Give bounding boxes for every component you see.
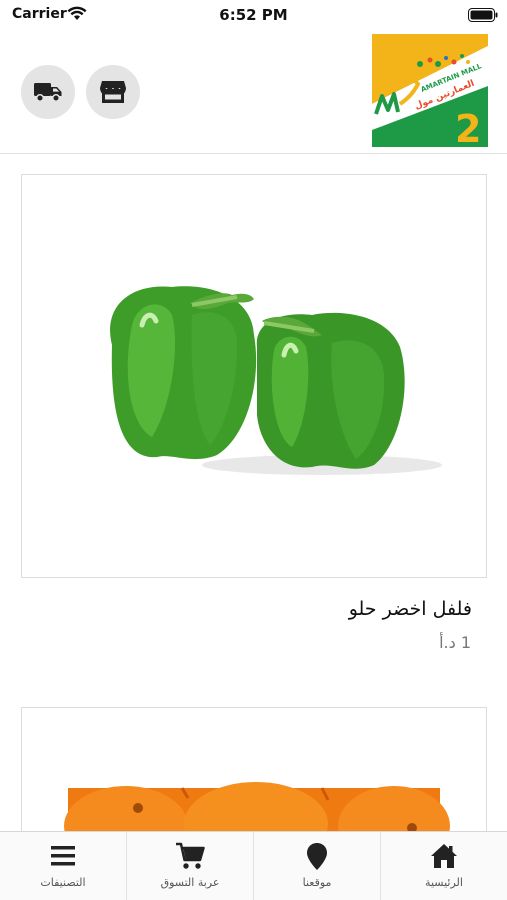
tab-location-label: موقعنا <box>302 876 332 889</box>
home-icon <box>431 844 457 868</box>
location-pin-icon <box>307 843 327 870</box>
tab-cart-label: عربة التسوق <box>160 876 220 889</box>
status-bar: Carrier 6:52 PM <box>0 0 507 30</box>
product-name[interactable]: فلفل اخضر حلو <box>349 598 472 620</box>
product-card[interactable] <box>21 174 487 578</box>
tab-location[interactable]: موقعنا <box>253 832 380 900</box>
status-time: 6:52 PM <box>219 6 288 24</box>
store-logo[interactable]: AMARTAIN MALL العمارتين مول 2 <box>372 34 488 147</box>
store-button[interactable] <box>86 65 140 119</box>
tab-cart[interactable]: عربة التسوق <box>126 832 253 900</box>
product-image-green-peppers <box>22 175 486 577</box>
bottom-tab-bar: الرئيسية موقعنا عربة التسوق التصنيفات <box>0 831 507 900</box>
product-image-oranges <box>22 708 486 846</box>
delivery-truck-icon <box>34 83 62 103</box>
app-header: AMARTAIN MALL العمارتين مول 2 <box>0 30 507 154</box>
tab-home-label: الرئيسية <box>425 876 463 889</box>
logo-number: 2 <box>455 107 481 147</box>
product-price: 1 د.أ <box>439 633 471 652</box>
tab-categories[interactable]: التصنيفات <box>0 832 126 900</box>
store-icon <box>100 81 126 103</box>
battery-icon <box>468 8 498 22</box>
menu-icon <box>51 846 75 866</box>
product-card[interactable] <box>21 707 487 847</box>
shopping-cart-icon <box>176 842 205 869</box>
logo-image: AMARTAIN MALL العمارتين مول 2 <box>372 34 488 147</box>
delivery-button[interactable] <box>21 65 75 119</box>
tab-categories-label: التصنيفات <box>40 876 86 889</box>
tab-home[interactable]: الرئيسية <box>380 832 507 900</box>
